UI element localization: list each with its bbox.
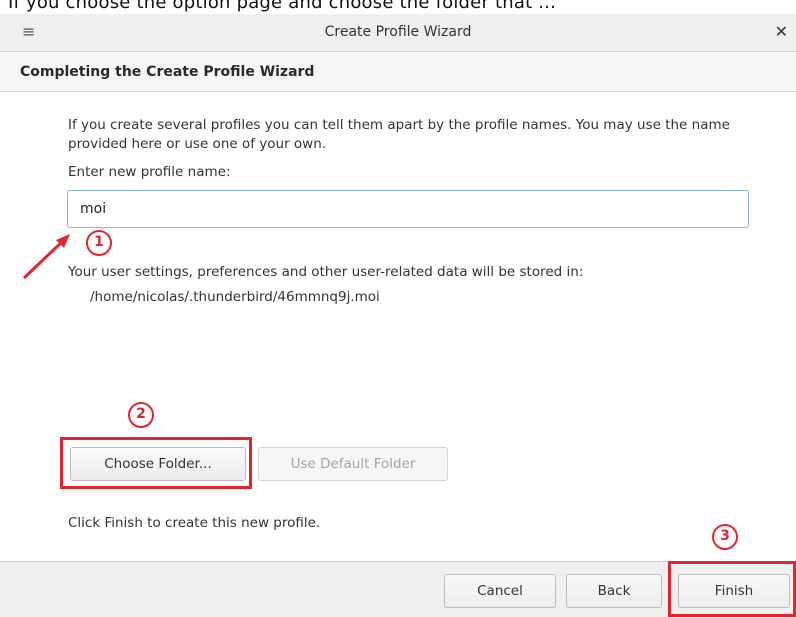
wizard-page-title: Completing the Create Profile Wizard [20,64,315,80]
back-button[interactable]: Back [566,574,662,608]
cancel-label: Cancel [477,583,523,599]
finish-highlight [668,561,796,617]
window-title: Create Profile Wizard [324,24,472,40]
choose-folder-highlight [60,437,252,489]
cancel-button[interactable]: Cancel [444,574,556,608]
finish-hint-text: Click Finish to create this new profile. [68,515,321,531]
profile-name-input[interactable] [67,190,749,228]
storage-path-text: /home/nicolas/.thunderbird/46mmnq9j.moi [90,289,380,305]
window-titlebar: ≡ Create Profile Wizard ✕ [0,14,796,52]
cropped-top-text-content: If you choose the option page and choose… [8,0,557,13]
use-default-folder-label: Use Default Folder [290,456,416,472]
close-icon[interactable]: ✕ [775,22,788,41]
annotation-marker-2: 2 [128,402,154,428]
storage-info-text: Your user settings, preferences and othe… [68,264,584,280]
use-default-folder-button[interactable]: Use Default Folder [258,447,448,481]
annotation-marker-1: 1 [86,230,112,256]
wizard-content: If you create several profiles you can t… [0,92,796,561]
intro-text: If you create several profiles you can t… [68,117,730,152]
back-label: Back [597,583,631,599]
annotation-marker-3: 3 [712,524,738,550]
cropped-top-text: If you choose the option page and choose… [0,0,796,14]
profile-name-label: Enter new profile name: [68,164,231,180]
wizard-header: Completing the Create Profile Wizard [0,52,796,92]
